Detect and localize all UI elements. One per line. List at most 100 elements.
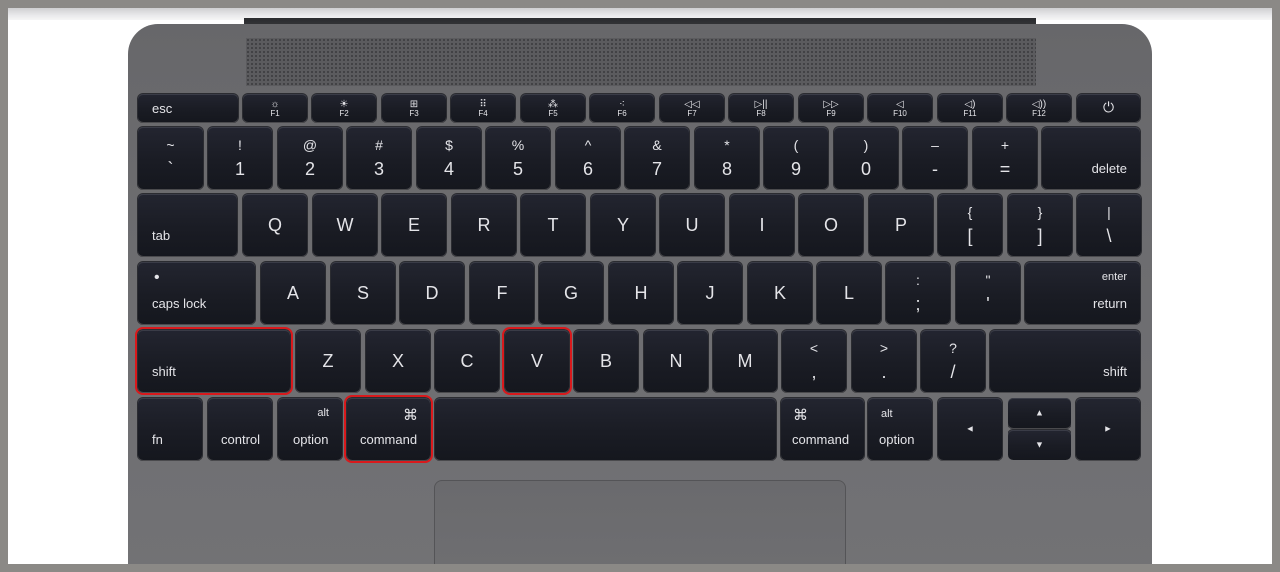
key-l[interactable]: L	[817, 262, 881, 324]
key-y[interactable]: Y	[591, 194, 655, 256]
key-3[interactable]: #3	[347, 127, 411, 189]
f3-key[interactable]: ⊞ F3	[382, 94, 446, 122]
number-label: 9	[790, 159, 801, 179]
key-z[interactable]: Z	[296, 330, 360, 392]
f9-key[interactable]: ▷▷ F9	[799, 94, 863, 122]
key-8[interactable]: * 8	[695, 127, 759, 189]
key-d[interactable]: D	[400, 262, 464, 324]
key-h[interactable]: H	[609, 262, 673, 324]
key-x[interactable]: X	[366, 330, 430, 392]
key-s[interactable]: S	[331, 262, 395, 324]
right-arrow-key[interactable]: ►	[1076, 398, 1140, 460]
left-command-key[interactable]: ⌘ command	[344, 395, 433, 463]
letter-label: D	[425, 283, 439, 303]
shift-symbol-label: >	[879, 340, 889, 356]
key-m[interactable]: M	[713, 330, 777, 392]
key-5[interactable]: % 5	[486, 127, 550, 189]
key--[interactable]: – -	[903, 127, 967, 189]
f11-key[interactable]: ◁) F11	[938, 94, 1002, 122]
f9-label: F9	[826, 109, 836, 118]
left-option-key[interactable]: alt option	[278, 398, 342, 460]
power-key[interactable]: ⏻	[1077, 94, 1140, 122]
down-arrow-key[interactable]: ▼	[1008, 430, 1071, 460]
f2-key[interactable]: ☀ F2	[312, 94, 376, 122]
key-p[interactable]: P	[869, 194, 933, 256]
key-a[interactable]: A	[261, 262, 325, 324]
key-i[interactable]: I	[730, 194, 794, 256]
f6-key[interactable]: ⁖ F6	[590, 94, 654, 122]
key-2[interactable]: @2	[278, 127, 342, 189]
number-label: 3	[373, 159, 384, 179]
space-bar[interactable]	[435, 398, 776, 460]
key-n[interactable]: N	[644, 330, 708, 392]
delete-key[interactable]: delete	[1042, 127, 1140, 189]
esc-key[interactable]: esc	[138, 94, 238, 122]
left-arrow-key[interactable]: ◄	[938, 398, 1002, 460]
symbol-label: \	[1106, 226, 1112, 246]
key-o[interactable]: O	[799, 194, 863, 256]
right-shift-key[interactable]: shift	[990, 330, 1140, 392]
left-shift-key[interactable]: shift	[135, 327, 293, 395]
letter-label: A	[286, 283, 299, 303]
punct-key-2[interactable]: <,	[782, 330, 846, 392]
right-command-key[interactable]: ⌘ command	[781, 398, 864, 460]
fn-label: fn	[152, 432, 163, 447]
key-f[interactable]: F	[470, 262, 534, 324]
key-q[interactable]: Q	[243, 194, 307, 256]
key-7[interactable]: & 7	[625, 127, 689, 189]
bracket-key-2[interactable]: | \	[1077, 194, 1141, 256]
key-c[interactable]: C	[435, 330, 499, 392]
shift-symbol-label: %	[511, 137, 525, 153]
control-key[interactable]: control	[208, 398, 272, 460]
letter-label: Q	[267, 215, 282, 235]
shift-symbol-label: $	[445, 137, 453, 153]
bracket-key-0[interactable]: {[	[938, 194, 1002, 256]
right-option-key[interactable]: alt option	[868, 398, 932, 460]
f8-key[interactable]: ▷|| F8	[729, 94, 793, 122]
f5-label: F5	[548, 109, 558, 118]
letter-label: O	[823, 215, 838, 235]
esc-label: esc	[152, 101, 173, 116]
bracket-key-1[interactable]: }]	[1008, 194, 1072, 256]
f7-key[interactable]: ◁◁ F7	[660, 94, 724, 122]
symbol-label: ;	[915, 294, 921, 314]
f4-key[interactable]: ⠿ F4	[451, 94, 515, 122]
punct-key-4[interactable]: ? /	[921, 330, 985, 392]
punct-key-0[interactable]: :;	[886, 262, 950, 324]
key-=[interactable]: + =	[973, 127, 1037, 189]
key-t[interactable]: T	[521, 194, 585, 256]
shift-symbol-label: <	[809, 340, 819, 356]
key-g[interactable]: G	[539, 262, 603, 324]
key-0[interactable]: ) 0	[834, 127, 898, 189]
fn-key[interactable]: fn	[138, 398, 202, 460]
caps-lock-label: caps lock	[152, 296, 207, 311]
punct-key-1[interactable]: " '	[956, 262, 1020, 324]
caps-lock-key[interactable]: • caps lock	[138, 262, 255, 324]
f4-label: F4	[478, 109, 488, 118]
key-j[interactable]: J	[678, 262, 742, 324]
key-r[interactable]: R	[452, 194, 516, 256]
key-b[interactable]: B	[574, 330, 638, 392]
key-k[interactable]: K	[748, 262, 812, 324]
symbol-label: /	[950, 362, 956, 382]
key-6[interactable]: ^ 6	[556, 127, 620, 189]
f1-key[interactable]: ☼ F1	[243, 94, 307, 122]
letter-label: F	[496, 283, 508, 303]
key-w[interactable]: W	[313, 194, 377, 256]
number-label: 4	[443, 159, 454, 179]
key-4[interactable]: $4	[417, 127, 481, 189]
shift-symbol-label: +	[1000, 137, 1010, 153]
key-e[interactable]: E	[382, 194, 446, 256]
key-u[interactable]: U	[660, 194, 724, 256]
up-arrow-key[interactable]: ▲	[1008, 398, 1071, 428]
backtick-key[interactable]: ~ `	[138, 127, 203, 189]
key-v[interactable]: V	[502, 327, 572, 395]
key-1[interactable]: ! 1	[208, 127, 272, 189]
punct-key-3[interactable]: >.	[852, 330, 916, 392]
key-9[interactable]: (9	[764, 127, 828, 189]
return-key[interactable]: enter return	[1025, 262, 1140, 324]
f10-key[interactable]: ◁ F10	[868, 94, 932, 122]
f12-key[interactable]: ◁)) F12	[1007, 94, 1071, 122]
tab-key[interactable]: tab	[138, 194, 237, 256]
f5-key[interactable]: ⁂ F5	[521, 94, 585, 122]
